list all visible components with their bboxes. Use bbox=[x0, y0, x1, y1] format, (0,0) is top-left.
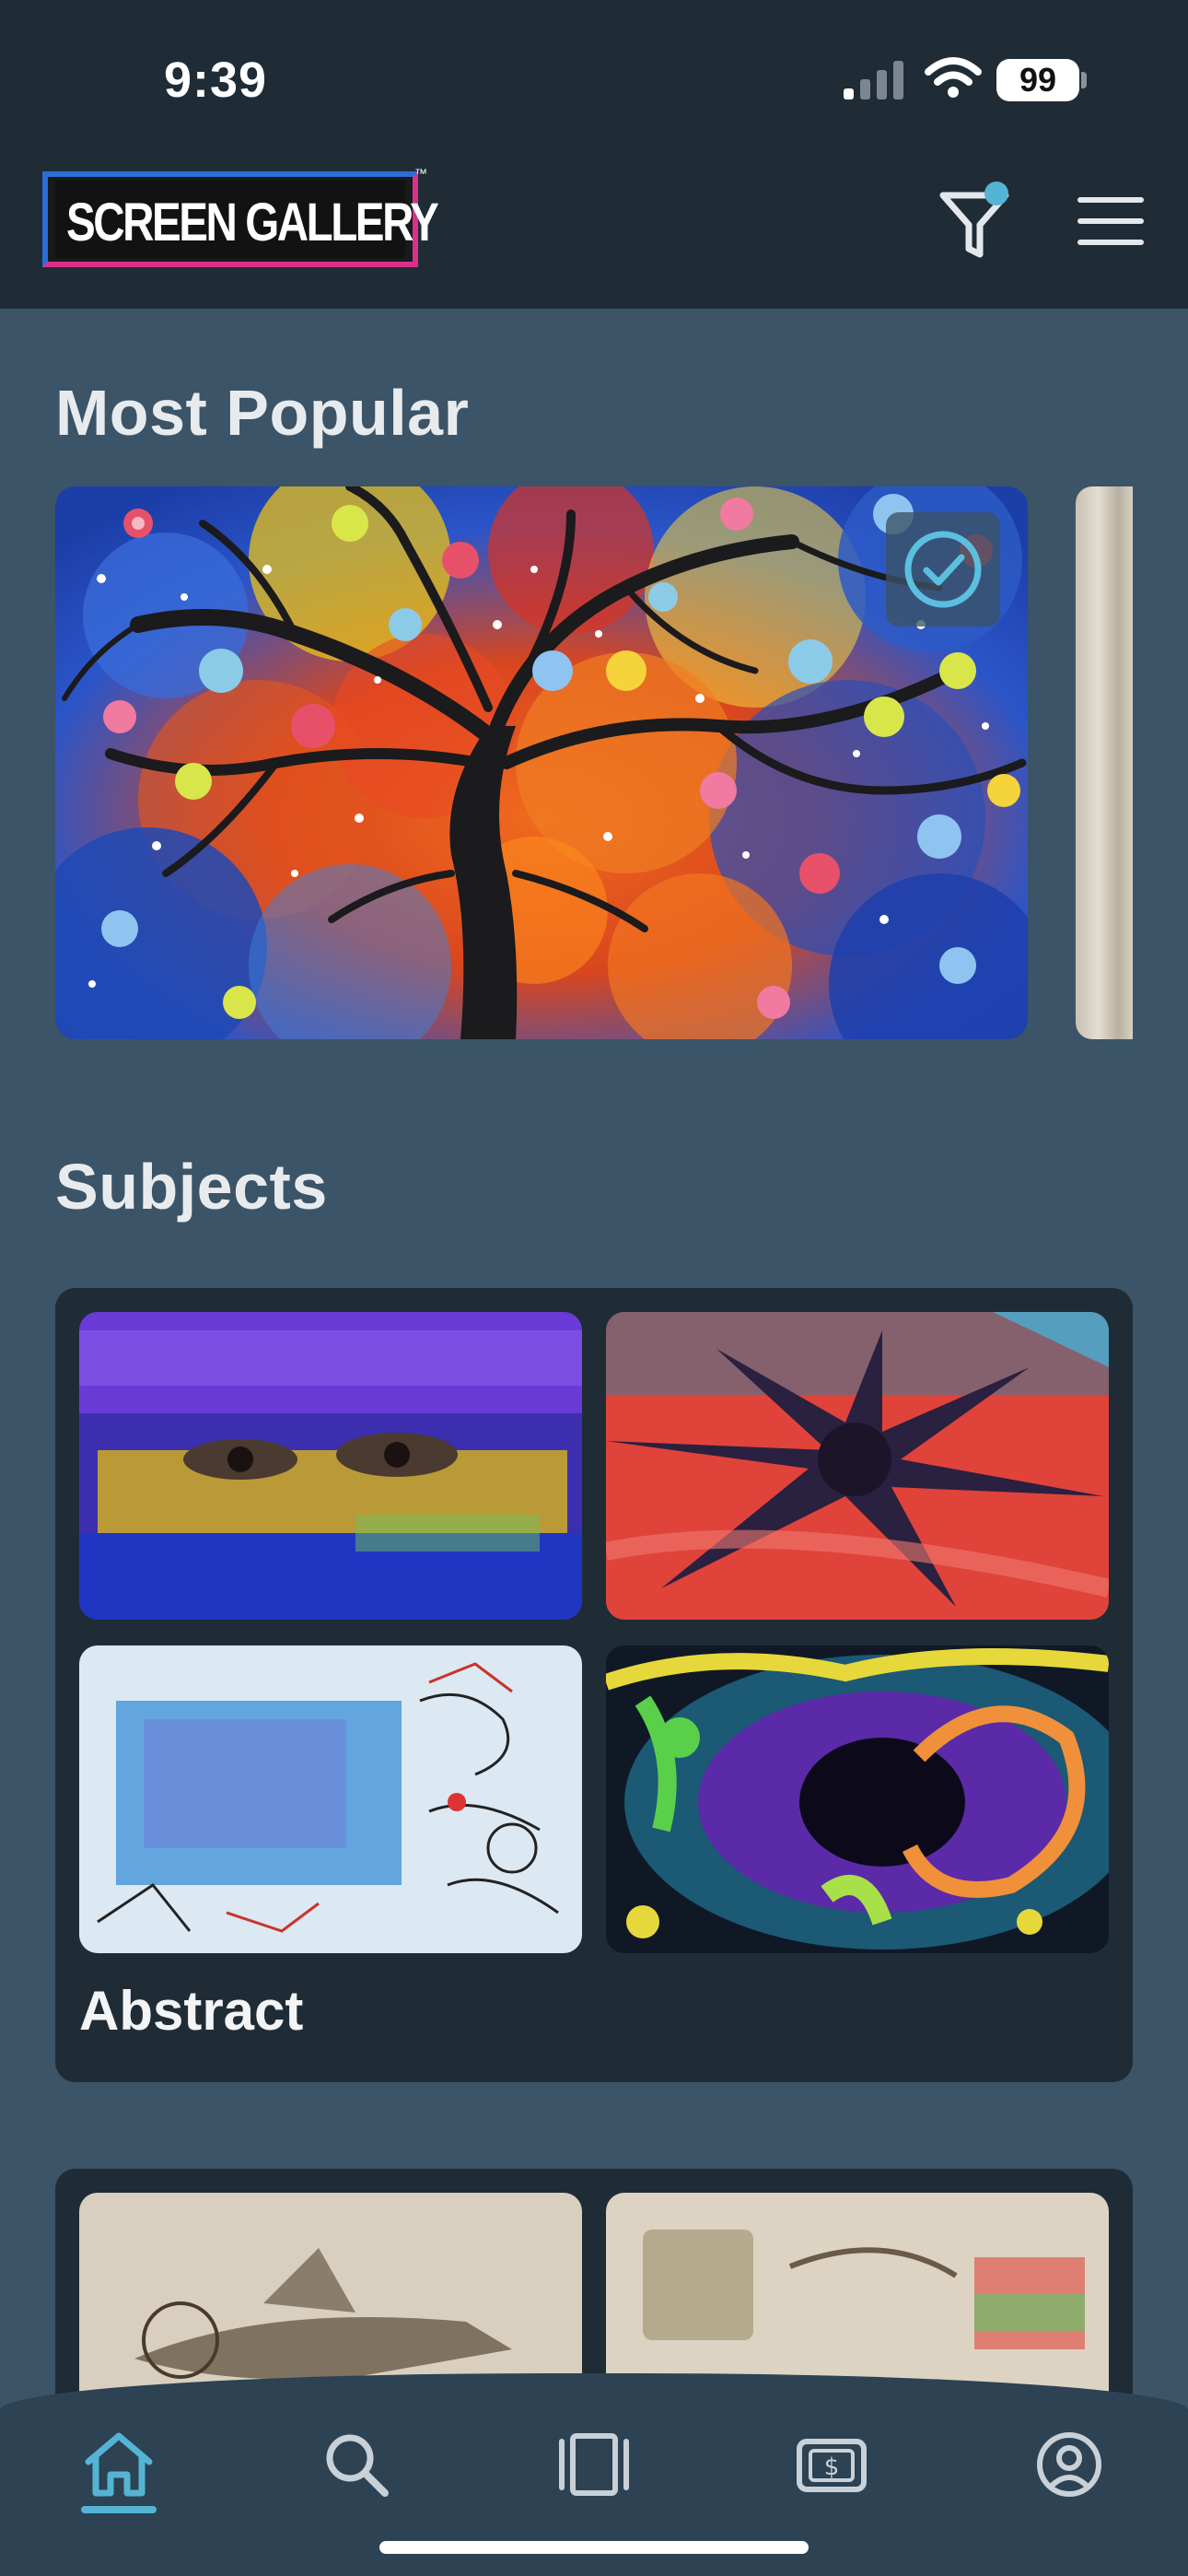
filter-icon[interactable] bbox=[938, 181, 1011, 260]
abstract-thumb-graffiti bbox=[79, 1645, 582, 1953]
battery-indicator: 99 bbox=[996, 59, 1079, 101]
home-icon[interactable] bbox=[77, 2423, 160, 2506]
subjects-title: Subjects bbox=[55, 1151, 328, 1223]
cellular-signal-icon bbox=[844, 61, 903, 100]
purchase-icon[interactable]: $ bbox=[790, 2423, 873, 2506]
search-icon[interactable] bbox=[315, 2423, 398, 2506]
hamburger-menu-icon[interactable] bbox=[1076, 193, 1146, 249]
abstract-thumb-eyes bbox=[79, 1312, 582, 1620]
most-popular-title: Most Popular bbox=[55, 377, 470, 449]
checkmark-circle-icon bbox=[904, 531, 982, 608]
subject-label-abstract: Abstract bbox=[79, 1980, 304, 2042]
tree-artwork-image bbox=[55, 486, 1028, 1039]
logo-trademark: ™ bbox=[414, 166, 427, 181]
carousel-icon[interactable] bbox=[553, 2423, 635, 2506]
home-indicator bbox=[379, 2541, 809, 2554]
logo-text: SCREEN GALLERY bbox=[66, 193, 439, 252]
wifi-icon bbox=[925, 57, 982, 98]
popular-artwork-card-next[interactable] bbox=[1076, 486, 1133, 1039]
app-logo[interactable]: SCREEN GALLERY ™ bbox=[42, 166, 439, 267]
selected-badge[interactable] bbox=[886, 512, 1000, 626]
battery-tip bbox=[1081, 72, 1087, 88]
svg-text:$: $ bbox=[824, 2453, 840, 2481]
popular-artwork-card[interactable] bbox=[55, 486, 1028, 1039]
active-tab-indicator bbox=[81, 2506, 157, 2513]
subject-card-abstract[interactable]: Abstract bbox=[55, 1288, 1133, 2082]
status-time: 9:39 bbox=[164, 53, 268, 108]
abstract-thumb-splash bbox=[606, 1312, 1109, 1620]
account-icon[interactable] bbox=[1028, 2423, 1111, 2506]
abstract-thumb-neon bbox=[606, 1645, 1109, 1953]
